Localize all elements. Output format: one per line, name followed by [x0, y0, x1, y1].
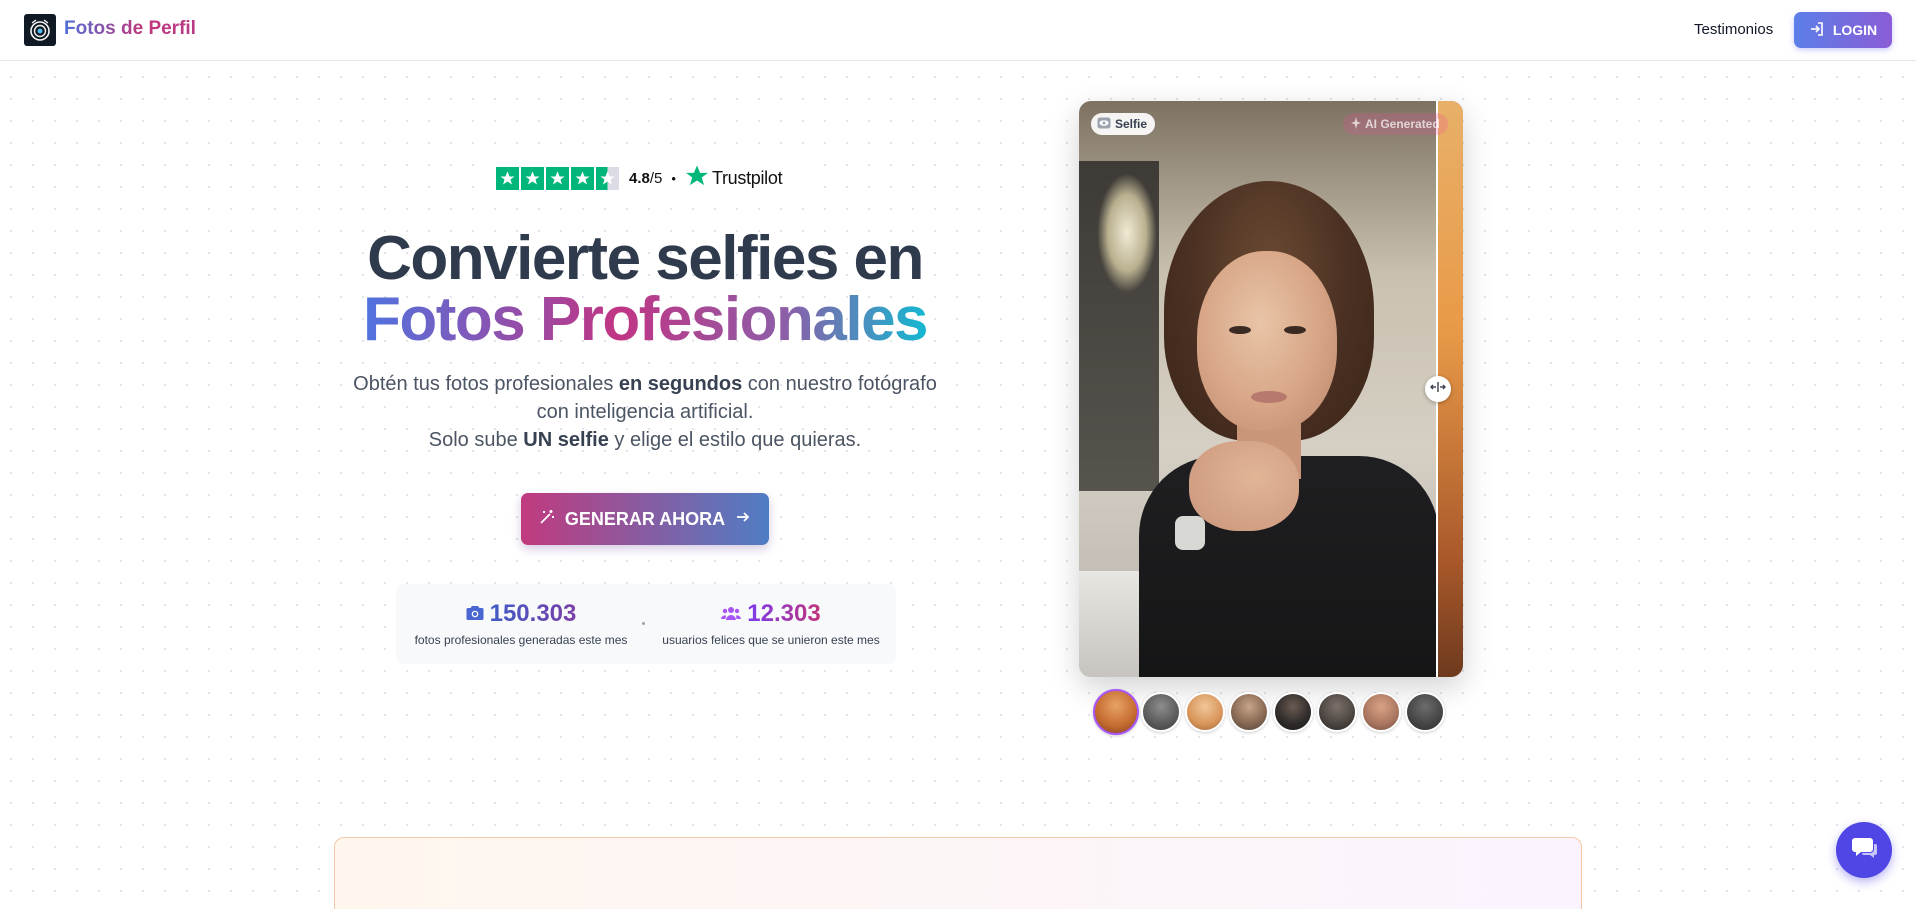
arrow-right-icon: [735, 509, 751, 530]
chat-button[interactable]: [1836, 822, 1892, 878]
photo-subject-lips: [1251, 391, 1287, 403]
star-icon: [521, 166, 544, 190]
top-navbar: Fotos de Perfil Testimonios LOGIN: [0, 0, 1916, 61]
nav-link-testimonials[interactable]: Testimonios: [1694, 21, 1773, 38]
hero-title-line1: Convierte selfies en: [367, 224, 924, 293]
selfie-badge: Selfie: [1091, 113, 1156, 135]
stat-photos-number: 150.303: [489, 600, 577, 627]
stat-users: 12.303 usuarios felices que se unieron e…: [646, 600, 896, 647]
separator-dot: •: [671, 170, 676, 186]
star-icon: [571, 166, 594, 190]
next-section-card: [334, 837, 1582, 909]
photo-subject-face: [1197, 251, 1337, 431]
thumbnail-1[interactable]: [1093, 689, 1139, 735]
comparison-slider-handle[interactable]: [1425, 376, 1451, 402]
stat-users-number: 12.303: [747, 600, 821, 627]
hero-subtitle: Obtén tus fotos profesionales en segundo…: [353, 373, 937, 451]
stats-separator: [642, 622, 645, 625]
photo-background-plant: [1097, 173, 1157, 293]
cta-label: GENERAR AHORA: [564, 508, 726, 529]
thumbnail-6[interactable]: [1317, 692, 1357, 732]
photo-subject-eye: [1229, 326, 1251, 334]
star-icon: [546, 166, 569, 190]
stat-users-label: usuarios felices que se unieron este mes: [662, 633, 880, 647]
hero-title-line2: Fotos Profesionales: [362, 285, 929, 354]
generate-now-button[interactable]: GENERAR AHORA: [521, 493, 769, 545]
trustpilot-star-icon: [685, 164, 709, 193]
arrows-horizontal-icon: [1430, 380, 1446, 398]
stat-photos: 150.303 fotos profesionales generadas es…: [396, 600, 646, 647]
thumbnail-2[interactable]: [1141, 692, 1181, 732]
logo-icon[interactable]: [24, 14, 56, 46]
sparkle-icon: [1351, 116, 1361, 132]
stat-photos-label: fotos profesionales generadas este mes: [414, 633, 628, 647]
photo-subject-watch: [1175, 516, 1205, 550]
login-icon: [1809, 21, 1825, 40]
thumbnail-5[interactable]: [1273, 692, 1313, 732]
login-label: LOGIN: [1832, 22, 1878, 38]
rating-value: 4.8/5: [629, 169, 663, 187]
brand-name[interactable]: Fotos de Perfil: [64, 18, 196, 40]
magic-wand-icon: [539, 509, 555, 530]
stats-panel: 150.303 fotos profesionales generadas es…: [396, 584, 896, 664]
photo-subject-hand: [1189, 441, 1299, 531]
chat-icon: [1851, 836, 1877, 865]
thumbnail-4[interactable]: [1229, 692, 1269, 732]
star-icon: [496, 166, 519, 190]
before-after-comparison[interactable]: Selfie AI Generated: [1079, 101, 1463, 677]
rating-stars: [496, 166, 619, 190]
eye-icon: [1097, 117, 1111, 132]
half-star-icon: [596, 166, 619, 190]
thumbnail-3[interactable]: [1185, 692, 1225, 732]
thumbnail-7[interactable]: [1361, 692, 1401, 732]
camera-icon: [466, 600, 484, 628]
trustpilot-logo: Trustpilot: [685, 164, 783, 193]
ai-generated-badge: AI Generated: [1343, 113, 1448, 135]
login-button[interactable]: LOGIN: [1794, 12, 1892, 48]
photo-subject-eye: [1284, 326, 1306, 334]
thumbnail-8[interactable]: [1405, 692, 1445, 732]
users-icon: [721, 600, 742, 628]
trustpilot-rating[interactable]: 4.8/5 • Trustpilot: [484, 160, 804, 196]
